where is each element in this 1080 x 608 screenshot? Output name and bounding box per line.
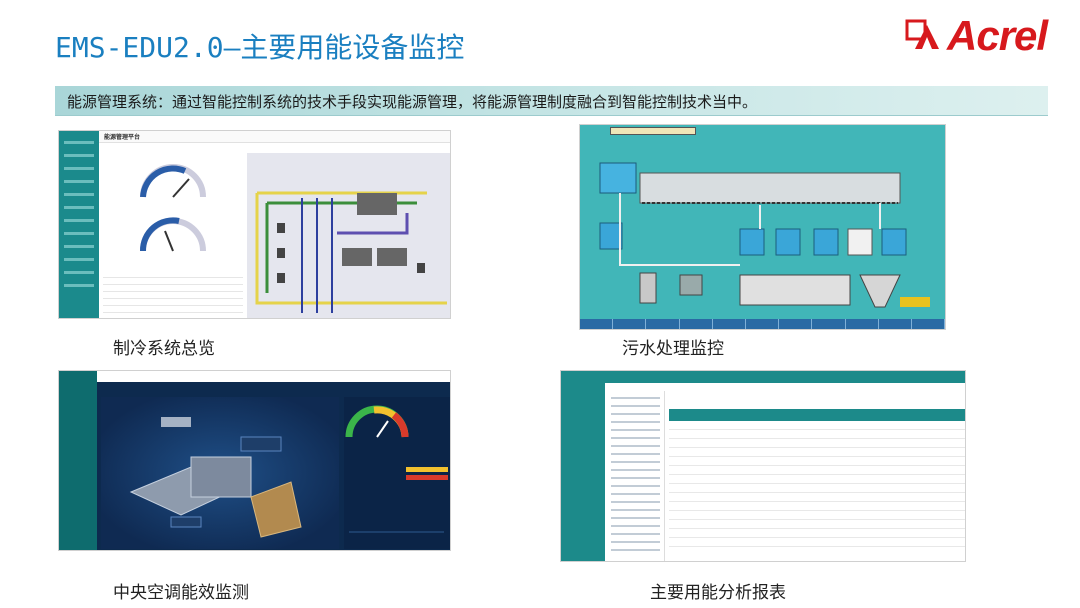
sidebar xyxy=(59,371,97,550)
tree-panel xyxy=(607,391,665,561)
top-bar xyxy=(97,371,450,382)
top-bar: 能源管理平台 xyxy=(99,131,450,143)
caption-refrigeration-overview: 制冷系统总览 xyxy=(113,339,215,359)
platform-header: 能源管理平台 xyxy=(104,134,141,141)
process-diagram xyxy=(599,162,930,308)
sidebar xyxy=(59,131,99,318)
subtitle-banner: 能源管理系统：通过智能控制系统的技术手段实现能源管理，将能源管理制度融合到智能控… xyxy=(55,86,1048,116)
screenshot-refrigeration-overview: 能源管理平台 xyxy=(58,130,451,319)
slide: EMS-EDU2.0—主要用能设备监控 Acrel 能源管理系统：通过智能控制系… xyxy=(0,0,1080,608)
caption-hvac-efficiency: 中央空调能效监测 xyxy=(113,583,249,603)
efficiency-panel xyxy=(344,397,450,549)
chiller-illustration xyxy=(129,417,302,538)
screenshot-hvac-efficiency xyxy=(58,370,451,551)
footer-nav xyxy=(580,319,945,329)
slide-title: EMS-EDU2.0—主要用能设备监控 xyxy=(55,31,465,64)
equipment-3d-view xyxy=(101,397,339,549)
screenshot-wastewater-monitoring xyxy=(579,124,946,330)
gauge-group xyxy=(139,164,206,252)
table-header xyxy=(669,409,965,421)
logo-mark-icon xyxy=(905,19,939,49)
report-table xyxy=(669,409,965,559)
efficiency-gauge xyxy=(345,405,448,533)
screenshot-energy-report xyxy=(560,370,966,562)
logo-text: Acrel xyxy=(947,12,1048,59)
caption-energy-report: 主要用能分析报表 xyxy=(650,583,786,603)
data-table xyxy=(103,271,243,318)
piping-diagram xyxy=(247,153,450,318)
top-bar xyxy=(605,371,965,383)
subtitle-text: 能源管理系统：通过智能控制系统的技术手段实现能源管理，将能源管理制度融合到智能控… xyxy=(67,93,758,111)
acrel-logo: Acrel xyxy=(905,12,1048,60)
caption-wastewater-monitoring: 污水处理监控 xyxy=(622,339,724,359)
sidebar xyxy=(561,371,605,561)
